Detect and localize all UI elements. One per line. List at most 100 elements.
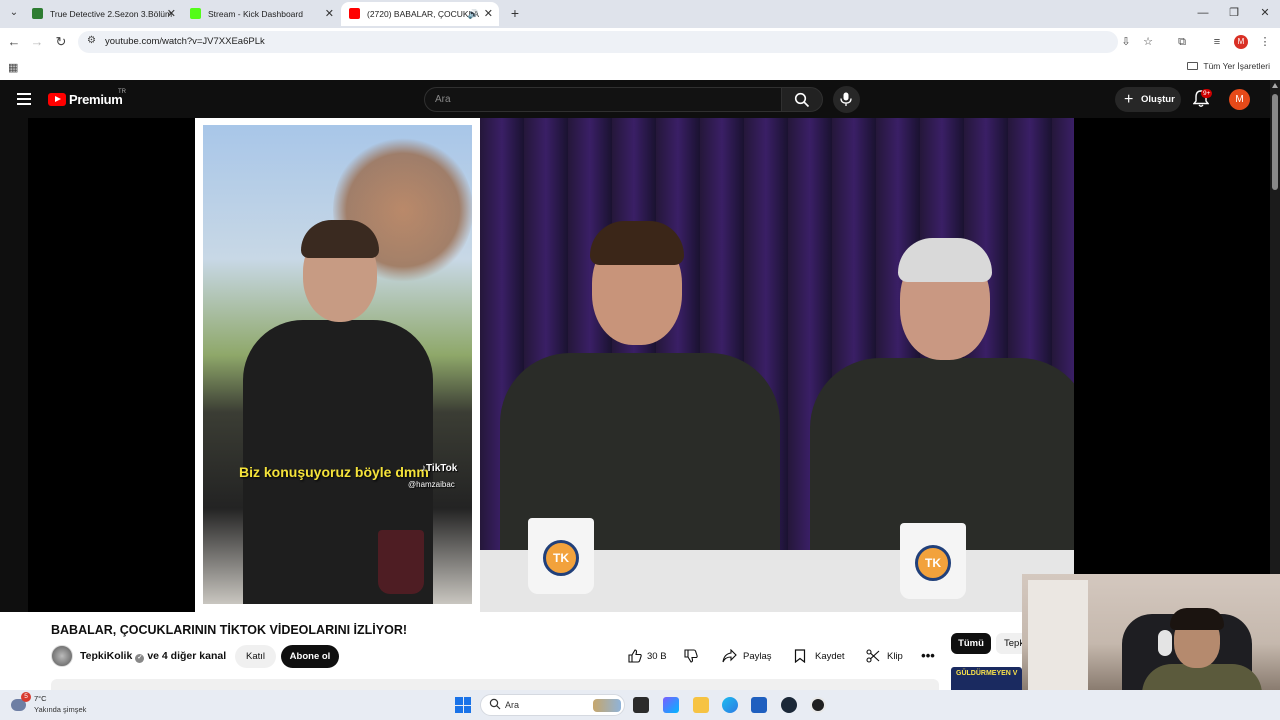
reactor-father [800, 228, 1074, 578]
extensions-icon[interactable]: ⧉ [1174, 34, 1190, 50]
tab-close-icon[interactable]: ✕ [167, 2, 176, 26]
channel-name[interactable]: TepkiKolik ✓ ve 4 diğer kanal [80, 650, 226, 663]
background-door [1028, 580, 1088, 690]
tab-youtube-video[interactable]: (2720) BABALAR, ÇOCUKLA 🔊 ✕ [341, 2, 499, 26]
reaction-studio-scene: TK TK [480, 118, 1074, 612]
browser-tab-strip: ⌄ True Detective 2.Sezon 3.Bölüm ✕ Strea… [0, 0, 1280, 28]
weather-description[interactable]: Yakında şimşek [34, 705, 86, 714]
guide-menu-icon[interactable] [17, 93, 31, 105]
new-tab-button[interactable]: + [506, 4, 524, 22]
drink-glass [378, 530, 424, 594]
like-dislike-group: 30 B [620, 645, 724, 668]
channel-name-text[interactable]: TepkiKolik [80, 650, 132, 662]
save-button[interactable]: Kaydet [788, 645, 854, 668]
scroll-up-arrow-icon[interactable] [1272, 83, 1278, 88]
reactor-hair [590, 221, 684, 265]
file-explorer-icon[interactable] [693, 697, 709, 713]
media-controls-icon[interactable]: ≡ [1209, 34, 1225, 50]
subscribe-button[interactable]: Abone ol [281, 645, 339, 668]
tab-title: Stream - Kick Dashboard [208, 9, 303, 19]
search-box[interactable] [424, 87, 782, 112]
thumbs-down-icon[interactable] [684, 649, 698, 663]
channel-avatar[interactable] [51, 645, 73, 667]
all-bookmarks-button[interactable]: Tüm Yer İşaretleri [1187, 61, 1270, 71]
create-button[interactable]: + Oluştur [1115, 87, 1181, 112]
youtube-logo-text[interactable]: Premium [69, 92, 123, 107]
taskbar-search-box[interactable]: Ara [480, 694, 625, 716]
streamer-hair [1170, 608, 1224, 630]
description-box[interactable] [51, 679, 939, 690]
youtube-favicon-icon [349, 8, 360, 19]
site-info-icon[interactable]: ⚙ [87, 35, 96, 46]
thumbs-up-icon[interactable] [628, 649, 642, 663]
steam-icon[interactable] [781, 697, 797, 713]
search-input[interactable] [425, 88, 781, 111]
speaker-icon[interactable]: 🔊 [468, 2, 479, 26]
tiktok-clip: Biz konuşuyoruz böyle dmm ♪TikTok @hamza… [203, 125, 472, 604]
share-label: Paylaş [743, 651, 772, 662]
edge-browser-icon[interactable] [722, 697, 738, 713]
like-count[interactable]: 30 B [647, 645, 667, 668]
weather-temperature[interactable]: 7°C [34, 694, 47, 703]
search-button[interactable] [781, 87, 823, 112]
share-arrow-icon [722, 649, 737, 663]
windows-taskbar: 5 7°C Yakında şimşek Ara [0, 690, 1280, 720]
windows-start-icon[interactable] [455, 697, 471, 713]
youtube-masthead: Premium TR + Oluştur 9+ M [0, 80, 1270, 118]
close-window-button[interactable]: ✕ [1250, 4, 1280, 22]
verified-check-icon: ✓ [135, 654, 145, 663]
tk-mug-logo: TK [543, 540, 579, 576]
tab-kick-dashboard[interactable]: Stream - Kick Dashboard ✕ [182, 2, 340, 26]
tab-true-detective[interactable]: True Detective 2.Sezon 3.Bölüm ✕ [24, 2, 182, 26]
restore-button[interactable]: ❐ [1219, 4, 1249, 22]
recommended-video-thumbnail[interactable]: GÜLDÜRMEYEN V [951, 667, 1022, 690]
browser-menu-icon[interactable]: ⋮ [1257, 34, 1273, 50]
profile-avatar[interactable]: M [1234, 35, 1248, 49]
apps-grid-icon[interactable]: ▦ [8, 61, 18, 74]
thumbnail-text: GÜLDÜRMEYEN V [956, 670, 1018, 677]
streamer-body [1142, 664, 1262, 690]
install-app-icon[interactable]: ⇩ [1118, 34, 1134, 50]
video-caption: Biz konuşuyoruz böyle dmm [239, 464, 429, 480]
tab-search-icon[interactable]: ⌄ [6, 5, 22, 21]
video-player[interactable]: Biz konuşuyoruz böyle dmm ♪TikTok @hamza… [28, 118, 1270, 612]
all-bookmarks-label: Tüm Yer İşaretleri [1203, 61, 1270, 71]
search-highlight-icon [593, 699, 621, 712]
chip-all[interactable]: Tümü [951, 633, 991, 654]
weather-alert-badge: 5 [21, 692, 31, 702]
microphone-icon [840, 92, 852, 106]
reactor-young [500, 213, 790, 573]
address-bar[interactable]: ⚙ youtube.com/watch?v=JV7XXEa6PLk [78, 31, 1118, 53]
forward-button[interactable]: → [28, 33, 46, 51]
notification-count-badge: 9+ [1201, 89, 1213, 98]
join-button[interactable]: Katıl [235, 645, 276, 668]
share-button[interactable]: Paylaş [716, 645, 780, 668]
tiktok-label: TikTok [426, 463, 458, 474]
tiktok-watermark: ♪TikTok [421, 463, 457, 474]
clip-button[interactable]: Klip [860, 645, 910, 668]
more-actions-button[interactable]: ••• [916, 645, 940, 668]
reload-button[interactable]: ↻ [52, 33, 70, 51]
tab-close-icon[interactable]: ✕ [325, 2, 334, 26]
tab-close-icon[interactable]: ✕ [484, 2, 493, 26]
tiktok-username: @hamzaibac [408, 480, 455, 489]
url-text: youtube.com/watch?v=JV7XXEa6PLk [105, 36, 265, 47]
account-avatar[interactable]: M [1229, 89, 1250, 110]
collab-channels-text[interactable]: ve 4 diğer kanal [147, 650, 226, 662]
save-label: Kaydet [815, 651, 845, 662]
task-view-icon[interactable] [633, 697, 649, 713]
tiktok-person [243, 220, 433, 604]
microsoft-store-icon[interactable] [751, 697, 767, 713]
headset-shape [1158, 630, 1172, 656]
copilot-icon[interactable] [663, 697, 679, 713]
chrome-icon[interactable] [810, 697, 826, 713]
plus-icon: + [1124, 91, 1134, 108]
minimize-button[interactable]: — [1188, 4, 1218, 22]
youtube-logo-icon[interactable] [48, 93, 66, 106]
scrollbar-thumb[interactable] [1272, 94, 1278, 190]
scissors-icon [866, 649, 880, 663]
back-button[interactable]: ← [5, 33, 23, 51]
tk-mug-logo: TK [915, 545, 951, 581]
voice-search-button[interactable] [833, 86, 860, 113]
bookmark-star-icon[interactable]: ☆ [1140, 34, 1156, 50]
